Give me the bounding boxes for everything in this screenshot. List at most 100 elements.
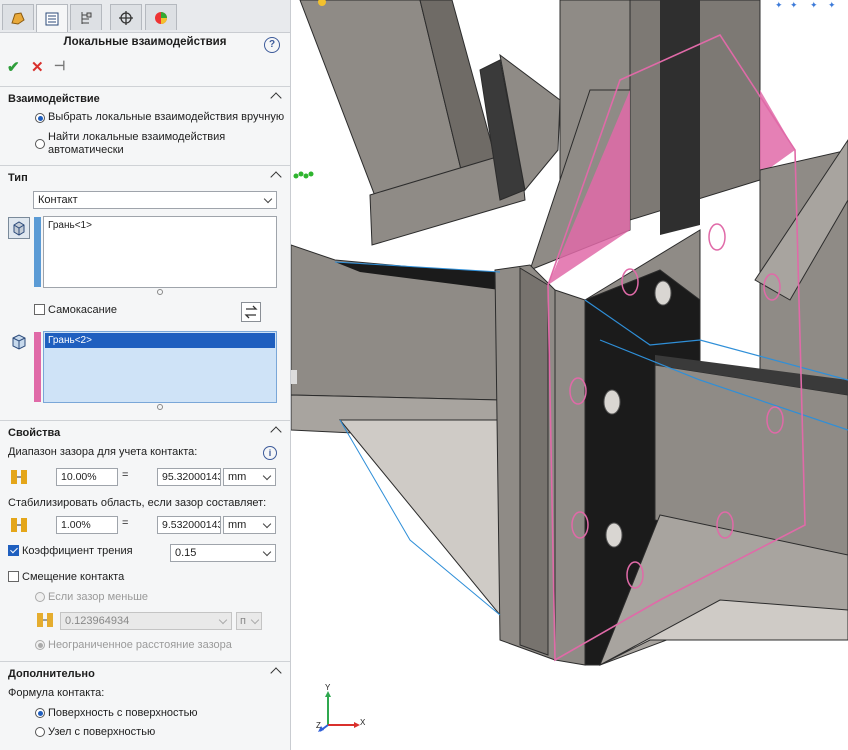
contact-offset-label: Смещение контакта (22, 571, 125, 583)
surface-to-surface-label: Поверхность с поверхностью (48, 707, 198, 719)
friction-select[interactable]: 0.15 (170, 544, 276, 562)
equals-sign: = (122, 517, 129, 529)
swap-icon (244, 305, 258, 319)
graphics-viewport[interactable]: ✦ ✦ ✦ ✦ Y X Z (291, 0, 848, 750)
chevron-down-icon (262, 471, 272, 481)
set2-list-item[interactable]: Грань<2> (45, 333, 275, 348)
stabilize-icon (9, 515, 29, 535)
configuration-manager-tab[interactable] (70, 4, 102, 30)
info-icon[interactable]: i (263, 446, 277, 460)
chevron-down-icon (263, 194, 273, 204)
node-to-surface-radio[interactable] (35, 727, 45, 737)
divider (0, 661, 290, 662)
offset-value-select[interactable]: 0.123964934 (60, 612, 232, 630)
svg-text:✦: ✦ (810, 0, 818, 10)
dimxpert-icon (119, 10, 133, 25)
collapse-chevron-icon[interactable] (270, 667, 282, 679)
friction-checkbox[interactable] (8, 545, 19, 556)
properties-section-header[interactable]: Свойства (0, 423, 290, 443)
gap-unit-value: mm (228, 471, 247, 483)
offset-value: 0.123964934 (65, 615, 130, 627)
chevron-down-icon (218, 615, 228, 625)
help-icon[interactable]: ? (264, 37, 280, 53)
gap-range-icon (9, 467, 29, 487)
property-manager-icon (45, 12, 59, 25)
type-select[interactable]: Контакт (33, 191, 277, 209)
property-manager-tab[interactable] (36, 4, 68, 32)
stabilize-label: Стабилизировать область, если зазор сост… (8, 497, 267, 509)
property-manager-panel: Локальные взаимодействия ? ✔ ✕ ⊣ Взаимод… (0, 0, 291, 750)
self-contact-checkbox[interactable] (34, 304, 45, 315)
ok-button[interactable]: ✔ (7, 58, 20, 76)
divider (0, 420, 290, 421)
friction-value: 0.15 (175, 547, 197, 559)
contact-offset-checkbox[interactable] (8, 571, 19, 582)
if-gap-less-label: Если зазор меньше (48, 591, 149, 603)
feature-manager-icon (11, 11, 25, 25)
collapse-chevron-icon[interactable] (270, 426, 282, 438)
unlimited-gap-radio[interactable] (35, 640, 45, 650)
gap-percent-input[interactable]: 10.00% (56, 468, 118, 486)
self-contact-label: Самокасание (48, 304, 117, 316)
node-to-surface-label: Узел с поверхностью (48, 726, 156, 738)
gap-value-input[interactable]: 95.32000143 (157, 468, 221, 486)
divider (0, 86, 290, 87)
manual-radio[interactable] (35, 113, 45, 123)
type-select-value: Контакт (38, 194, 78, 206)
advanced-header-label: Дополнительно (8, 668, 95, 680)
svg-text:✦: ✦ (775, 0, 783, 10)
auto-radio[interactable] (35, 139, 45, 149)
stab-percent-input[interactable]: 1.00% (56, 516, 118, 534)
triad-x-label: X (360, 718, 366, 727)
collapse-chevron-icon[interactable] (270, 171, 282, 183)
set1-color-bar (34, 217, 41, 287)
gap-unit-select[interactable]: mm (223, 468, 276, 486)
interaction-header-label: Взаимодействие (8, 93, 100, 105)
model-view[interactable]: ✦ ✦ ✦ ✦ (291, 0, 848, 750)
display-manager-tab[interactable] (145, 4, 177, 30)
set1-face-selector-icon[interactable] (8, 217, 30, 239)
cancel-button[interactable]: ✕ (31, 58, 44, 76)
offset-unit-value: п (240, 615, 246, 627)
page-title: Локальные взаимодействия (63, 36, 227, 48)
axis-triad: Y X Z (316, 683, 366, 735)
surface-to-surface-radio[interactable] (35, 708, 45, 718)
stab-unit-select[interactable]: mm (223, 516, 276, 534)
auto-option-label-1: Найти локальные взаимодействия (48, 131, 226, 143)
dimxpert-tab[interactable] (110, 4, 142, 30)
stab-unit-value: mm (228, 519, 247, 531)
set1-selection-list[interactable]: Грань<1> (43, 216, 277, 288)
set2-color-bar (34, 332, 41, 402)
display-manager-icon (155, 11, 167, 24)
interaction-section-header[interactable]: Взаимодействие (0, 89, 290, 109)
set2-selection-list[interactable]: Грань<2> (43, 331, 277, 403)
unlimited-gap-label: Неограниченное расстояние зазора (48, 639, 232, 651)
chevron-down-icon (262, 547, 272, 557)
offset-gap-icon (35, 610, 55, 630)
svg-text:✦: ✦ (790, 0, 798, 10)
type-section-header[interactable]: Тип (0, 168, 290, 188)
chevron-down-icon (250, 615, 260, 625)
configuration-manager-icon (81, 11, 92, 24)
stab-value-input[interactable]: 9.532000143 (157, 516, 221, 534)
pin-button[interactable]: ⊣ (54, 58, 65, 74)
feature-manager-tab[interactable] (2, 4, 34, 30)
manager-tabs (0, 0, 290, 33)
if-gap-less-radio[interactable] (35, 592, 45, 602)
triad-y-label: Y (325, 683, 331, 692)
gap-range-label: Диапазон зазора для учета контакта: (8, 446, 198, 458)
collapse-chevron-icon[interactable] (270, 92, 282, 104)
set1-list-item[interactable]: Грань<1> (44, 217, 276, 234)
offset-unit-select[interactable]: п (236, 612, 262, 630)
divider (0, 165, 290, 166)
equals-sign: = (122, 469, 129, 481)
resize-grip-icon[interactable] (157, 404, 163, 410)
properties-header-label: Свойства (8, 427, 61, 439)
svg-text:✦: ✦ (828, 0, 836, 10)
triad-z-label: Z (316, 721, 321, 730)
auto-option-label-2: автоматически (48, 144, 124, 156)
set2-face-selector-icon[interactable] (10, 333, 28, 351)
resize-grip-icon[interactable] (157, 289, 163, 295)
swap-sets-button[interactable] (241, 302, 261, 322)
advanced-section-header[interactable]: Дополнительно (0, 664, 290, 684)
